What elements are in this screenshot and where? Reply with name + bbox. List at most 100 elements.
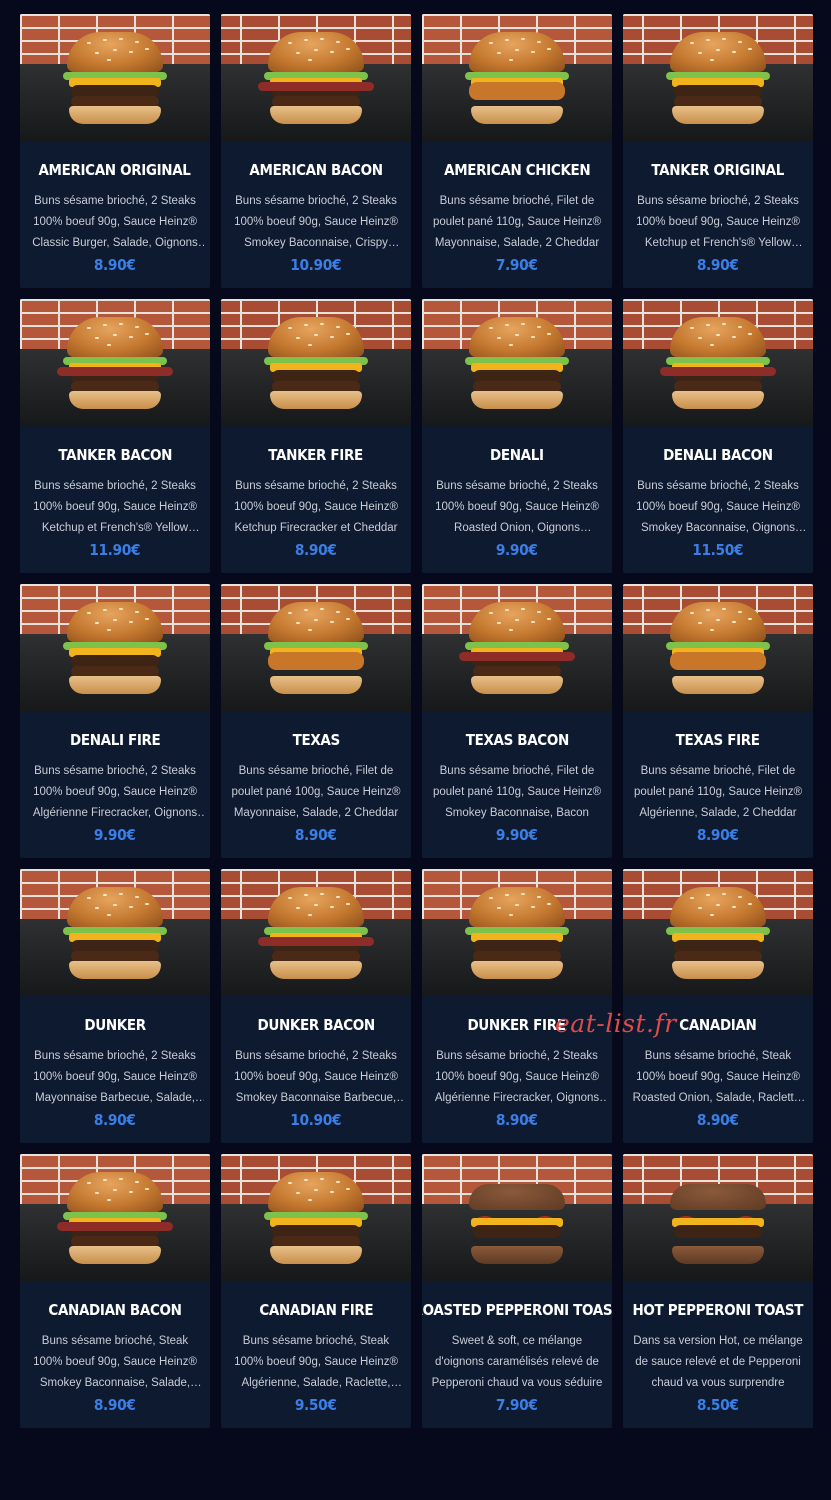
product-card[interactable]: AMERICAN ORIGINAL Buns sésame brioché, 2 … [20, 14, 210, 288]
burger-illustration [57, 1172, 173, 1268]
product-name: DENALI [490, 446, 544, 464]
product-photo [20, 1154, 210, 1281]
bun-top [268, 602, 364, 642]
product-card[interactable]: HOT PEPPERONI TOAST Dans sa version Hot, … [623, 1154, 813, 1428]
product-price: 8.90€ [295, 826, 337, 844]
bun-bottom [672, 1246, 764, 1264]
product-photo [422, 584, 612, 711]
bun-top [268, 1172, 364, 1212]
product-description: Buns sésame brioché, 2 Steaks 100% boeuf… [33, 480, 197, 534]
burger-illustration [666, 1172, 770, 1268]
bun-bottom [672, 391, 764, 409]
product-description: Buns sésame brioché, 2 Steaks 100% boeuf… [636, 480, 800, 534]
product-name: DENALI BACON [663, 446, 773, 464]
bun-top [268, 317, 364, 357]
product-card[interactable]: TANKER FIRE Buns sésame brioché, 2 Steaks… [221, 299, 411, 573]
burger-illustration [63, 887, 167, 983]
bun-bottom [69, 106, 161, 124]
product-card[interactable]: TEXAS BACON Buns sésame brioché, Filet de… [422, 584, 612, 858]
burger-illustration [258, 32, 374, 128]
bun-top [67, 317, 163, 357]
product-price: 8.90€ [295, 541, 337, 559]
product-photo [221, 14, 411, 141]
product-price: 9.90€ [94, 826, 136, 844]
product-description: Sweet & soft, ce mélange d'oignons caram… [431, 1335, 603, 1389]
product-card[interactable]: AMERICAN CHICKEN Buns sésame brioché, Fil… [422, 14, 612, 288]
bun-top [268, 887, 364, 927]
product-price: 8.90€ [496, 1111, 538, 1129]
product-card[interactable]: CANADIAN BACON Buns sésame brioché, Steak… [20, 1154, 210, 1428]
bun-top [67, 1172, 163, 1212]
product-card[interactable]: DENALI Buns sésame brioché, 2 Steaks 100%… [422, 299, 612, 573]
product-price: 8.50€ [697, 1396, 739, 1414]
product-description: Buns sésame brioché, Filet de poulet pan… [633, 765, 803, 819]
product-description: Buns sésame brioché, Filet de poulet pan… [432, 195, 602, 249]
bun-bottom [270, 1246, 362, 1264]
product-card[interactable]: TEXAS FIRE Buns sésame brioché, Filet de … [623, 584, 813, 858]
product-card[interactable]: TANKER BACON Buns sésame brioché, 2 Steak… [20, 299, 210, 573]
product-card[interactable]: CANADIAN FIRE Buns sésame brioché, Steak … [221, 1154, 411, 1428]
product-name: DUNKER BACON [257, 1016, 375, 1034]
product-name: TANKER ORIGINAL [651, 161, 785, 179]
product-price: 8.90€ [94, 256, 136, 274]
product-card[interactable]: AMERICAN BACON Buns sésame brioché, 2 Ste… [221, 14, 411, 288]
bun-bottom [672, 676, 764, 694]
product-price: 8.90€ [94, 1396, 136, 1414]
product-card[interactable]: DUNKER BACON Buns sésame brioché, 2 Steak… [221, 869, 411, 1143]
product-description: Buns sésame brioché, Steak 100% boeuf 90… [33, 1335, 197, 1389]
product-card[interactable]: ROASTED PEPPERONI TOAST Sweet & soft, ce … [422, 1154, 612, 1428]
bun-top [670, 1184, 766, 1210]
product-card[interactable]: DUNKER FIRE Buns sésame brioché, 2 Steaks… [422, 869, 612, 1143]
product-photo [221, 1154, 411, 1281]
product-card[interactable]: CANADIAN Buns sésame brioché, Steak 100% … [623, 869, 813, 1143]
product-price: 11.50€ [692, 541, 744, 559]
product-name: DENALI FIRE [69, 731, 161, 749]
product-price: 11.90€ [89, 541, 141, 559]
product-description: Buns sésame brioché, Filet de poulet pan… [432, 765, 602, 819]
burger-illustration [264, 1172, 368, 1268]
product-description: Buns sésame brioché, 2 Steaks 100% boeuf… [636, 195, 800, 249]
bun-top [469, 887, 565, 927]
product-name: AMERICAN CHICKEN [443, 161, 591, 179]
product-photo [20, 869, 210, 996]
bun-top [469, 32, 565, 72]
product-name: CANADIAN [679, 1016, 757, 1034]
bun-top [67, 602, 163, 642]
product-name: CANADIAN FIRE [259, 1301, 373, 1319]
burger-illustration [660, 317, 776, 413]
bun-top [670, 317, 766, 357]
product-name: TEXAS FIRE [676, 731, 760, 749]
bun-top [469, 1184, 565, 1210]
product-name: TANKER FIRE [268, 446, 364, 464]
product-price: 8.90€ [697, 256, 739, 274]
product-photo [422, 14, 612, 141]
bun-bottom [471, 391, 563, 409]
burger-illustration [465, 32, 569, 128]
product-description: Buns sésame brioché, 2 Steaks 100% boeuf… [234, 195, 398, 249]
product-photo [422, 869, 612, 996]
bun-bottom [471, 106, 563, 124]
bun-bottom [69, 961, 161, 979]
bun-top [670, 887, 766, 927]
product-price: 7.90€ [496, 1396, 538, 1414]
product-card[interactable]: DENALI BACON Buns sésame brioché, 2 Steak… [623, 299, 813, 573]
bun-top [670, 602, 766, 642]
burger-illustration [666, 32, 770, 128]
product-name: CANADIAN BACON [48, 1301, 182, 1319]
burger-illustration [465, 1172, 569, 1268]
product-photo [20, 14, 210, 141]
burger-illustration [57, 317, 173, 413]
product-card[interactable]: DENALI FIRE Buns sésame brioché, 2 Steaks… [20, 584, 210, 858]
product-description: Dans sa version Hot, ce mélange de sauce… [633, 1335, 803, 1389]
product-card[interactable]: TEXAS Buns sésame brioché, Filet de poule… [221, 584, 411, 858]
product-photo [221, 299, 411, 426]
product-card[interactable]: TANKER ORIGINAL Buns sésame brioché, 2 St… [623, 14, 813, 288]
product-name: ROASTED PEPPERONI TOAST [422, 1301, 612, 1319]
bun-top [268, 32, 364, 72]
bun-bottom [471, 961, 563, 979]
burger-illustration [459, 602, 575, 698]
product-description: Buns sésame brioché, 2 Steaks 100% boeuf… [435, 480, 599, 534]
burger-illustration [666, 887, 770, 983]
product-card[interactable]: DUNKER Buns sésame brioché, 2 Steaks 100%… [20, 869, 210, 1143]
product-description: Buns sésame brioché, Steak 100% boeuf 90… [234, 1335, 398, 1389]
